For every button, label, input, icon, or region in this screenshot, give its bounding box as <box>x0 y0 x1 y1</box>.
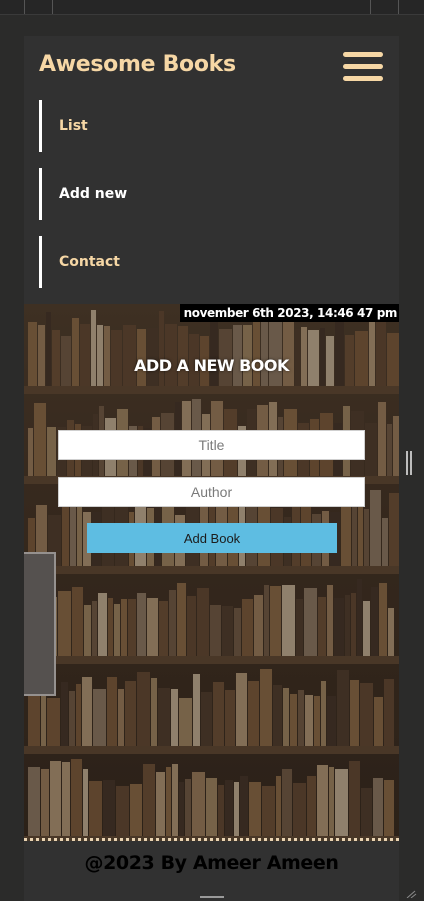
menu-line <box>343 76 383 81</box>
nav-item-label: List <box>59 118 88 134</box>
menu-line <box>343 52 383 57</box>
hamburger-menu-icon[interactable] <box>343 52 383 84</box>
brand-title: Awesome Books <box>39 52 236 77</box>
resize-grip-icon[interactable] <box>405 890 417 898</box>
nav-item-label: Add new <box>59 186 128 202</box>
author-input[interactable] <box>58 477 365 507</box>
background-overlay <box>24 304 399 838</box>
top-bar-divider <box>398 0 399 14</box>
browser-top-bar <box>0 0 424 15</box>
scrollbar-handle[interactable] <box>406 451 412 475</box>
add-book-section: november 6th 2023, 14:46 47 pm ADD A NEW… <box>24 304 399 841</box>
date-time-display: november 6th 2023, 14:46 47 pm <box>179 304 399 322</box>
bottom-indicator <box>200 896 224 898</box>
form-heading: ADD A NEW BOOK <box>134 356 289 375</box>
nav-item-add-new[interactable]: Add new <box>39 168 339 220</box>
top-bar-divider <box>24 0 25 14</box>
title-input[interactable] <box>58 430 365 460</box>
top-bar-divider <box>370 0 371 14</box>
nav-item-contact[interactable]: Contact <box>39 236 339 288</box>
menu-line <box>343 64 383 69</box>
add-book-button[interactable]: Add Book <box>87 523 337 553</box>
top-bar-divider <box>52 0 53 14</box>
nav-item-label: Contact <box>59 254 120 270</box>
footer-credit: @2023 By Ameer Ameen <box>84 852 339 874</box>
nav-item-list[interactable]: List <box>39 100 339 152</box>
